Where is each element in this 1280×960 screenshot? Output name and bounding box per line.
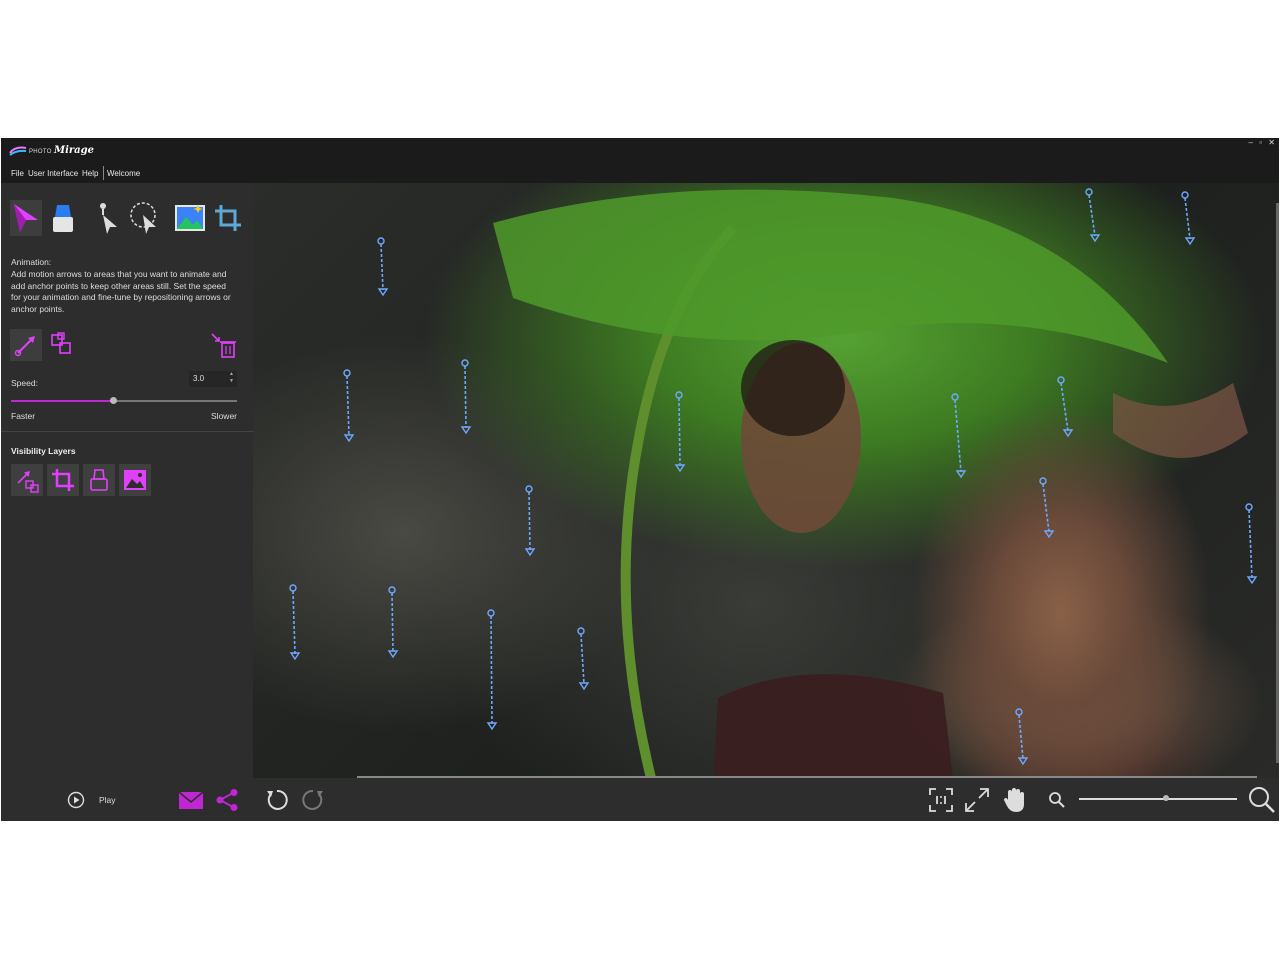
delete-arrows-button[interactable] — [207, 329, 239, 361]
speed-label: Speed: — [11, 378, 38, 388]
motion-arrow-tool-icon — [14, 336, 35, 357]
motion-arrow-5[interactable] — [524, 485, 536, 557]
photo-shapes — [289, 188, 1258, 778]
speed-slider[interactable] — [11, 397, 237, 404]
minimize-button[interactable]: – — [1249, 138, 1253, 147]
actual-size-icon — [929, 788, 953, 812]
logo-text-big: Mirage — [54, 145, 94, 156]
visibility-motion-arrows-toggle[interactable] — [11, 464, 43, 496]
crop-tool[interactable] — [212, 200, 244, 236]
motion-arrow-7[interactable] — [387, 586, 399, 659]
motion-arrow-11[interactable] — [1057, 376, 1074, 438]
motion-arrow-15[interactable] — [1245, 503, 1258, 585]
visibility-image-toggle[interactable] — [119, 464, 151, 496]
visibility-layers-heading: Visibility Layers — [11, 446, 76, 456]
faster-label: Faster — [11, 411, 36, 421]
eraser-tool[interactable] — [46, 200, 78, 236]
animation-heading: Animation: — [11, 257, 52, 267]
vertical-scrollbar[interactable] — [1276, 203, 1279, 763]
animation-description: Add motion arrows to areas that you want… — [11, 269, 231, 314]
motion-arrow-2[interactable] — [343, 369, 355, 443]
menu-bar: File User Interface Help Welcome — [1, 164, 1279, 182]
motion-arrow-8[interactable] — [486, 609, 498, 731]
photomirage-window: PHOTO Mirage – ▫ ✕ File User Interface H… — [1, 138, 1279, 821]
redo-icon — [302, 789, 323, 810]
speed-spinner[interactable]: ▲ ▼ — [229, 371, 234, 385]
motion-arrow-1[interactable] — [377, 237, 389, 297]
restore-button[interactable]: ▫ — [1259, 138, 1262, 147]
speed-slider-fill — [11, 400, 113, 402]
motion-arrow-10[interactable] — [951, 393, 967, 479]
motion-arrow-12[interactable] — [1039, 477, 1055, 539]
panel-divider — [1, 431, 253, 432]
play-label: Play — [99, 795, 116, 805]
window-controls: – ▫ ✕ — [1245, 138, 1275, 147]
logo-icon — [9, 146, 27, 156]
expand-icon — [965, 788, 989, 812]
menu-user-interface[interactable]: User Interface — [28, 169, 78, 178]
crop-icon — [215, 205, 241, 231]
menu-help[interactable]: Help — [82, 169, 98, 178]
fit-to-window-button[interactable] — [964, 787, 990, 813]
share-icon — [216, 789, 238, 811]
pointer-icon — [100, 203, 117, 234]
zoom-out-button[interactable] — [1047, 790, 1067, 810]
motion-arrow-tool[interactable] — [10, 200, 42, 236]
tool-panel: Animation: Add motion arrows to areas th… — [1, 183, 253, 778]
image-canvas[interactable] — [253, 183, 1279, 778]
undo-button[interactable] — [264, 788, 290, 812]
app-logo: PHOTO Mirage — [9, 144, 94, 160]
motion-arrows-layer-icon — [17, 471, 39, 493]
visibility-crop-toggle[interactable] — [47, 464, 79, 496]
zoom-in-button[interactable] — [1247, 785, 1277, 815]
zoom-small-icon — [1049, 792, 1065, 808]
menu-welcome[interactable]: Welcome — [107, 169, 140, 178]
undo-icon — [267, 789, 288, 810]
hand-icon — [1004, 788, 1024, 812]
image-layer-icon — [124, 470, 146, 490]
motion-arrow-3[interactable] — [460, 359, 472, 435]
visibility-mask-toggle[interactable] — [83, 464, 115, 496]
motion-arrow-9[interactable] — [577, 627, 590, 691]
image-adjust-tool[interactable] — [174, 200, 206, 236]
actual-size-button[interactable] — [928, 787, 954, 813]
eraser-icon — [53, 205, 73, 232]
add-motion-arrow-button[interactable] — [10, 329, 42, 361]
trash-icon — [211, 333, 236, 358]
mask-layer-icon — [90, 469, 108, 491]
motion-arrow-6[interactable] — [289, 584, 301, 661]
bottom-toolbar: Play — [1, 778, 1279, 821]
redo-button[interactable] — [300, 788, 326, 812]
slower-label: Slower — [211, 411, 237, 421]
zoom-slider[interactable] — [1079, 798, 1237, 800]
play-icon — [67, 791, 85, 809]
close-button[interactable]: ✕ — [1268, 138, 1275, 147]
select-tool[interactable] — [92, 200, 124, 236]
motion-arrow-16[interactable] — [1015, 708, 1029, 766]
crop-layer-icon — [52, 469, 74, 491]
zoom-slider-thumb[interactable] — [1162, 795, 1169, 801]
menu-file[interactable]: File — [11, 169, 24, 178]
image-icon — [175, 205, 205, 231]
menu-separator — [103, 166, 104, 180]
speed-slider-thumb[interactable] — [109, 397, 117, 404]
logo-text-small: PHOTO — [29, 149, 52, 155]
anchor-point-button[interactable] — [46, 329, 78, 361]
lasso-select-tool[interactable] — [128, 200, 160, 236]
speed-value: 3.0 — [193, 374, 205, 383]
motion-arrow-14[interactable] — [1181, 191, 1196, 246]
pan-tool-button[interactable] — [1002, 786, 1028, 814]
email-icon — [178, 791, 204, 809]
email-button[interactable] — [178, 789, 204, 811]
play-button[interactable] — [67, 791, 85, 809]
share-button[interactable] — [214, 788, 240, 812]
speed-input[interactable]: 3.0 ▲ ▼ — [189, 371, 237, 387]
motion-arrow-icon — [14, 204, 38, 232]
anchor-points-icon — [51, 332, 71, 354]
zoom-large-icon — [1249, 787, 1275, 813]
title-bar: PHOTO Mirage – ▫ ✕ — [1, 138, 1279, 164]
lasso-select-icon — [130, 202, 156, 234]
motion-arrow-13[interactable] — [1085, 188, 1101, 243]
motion-arrow-4[interactable] — [674, 391, 686, 473]
